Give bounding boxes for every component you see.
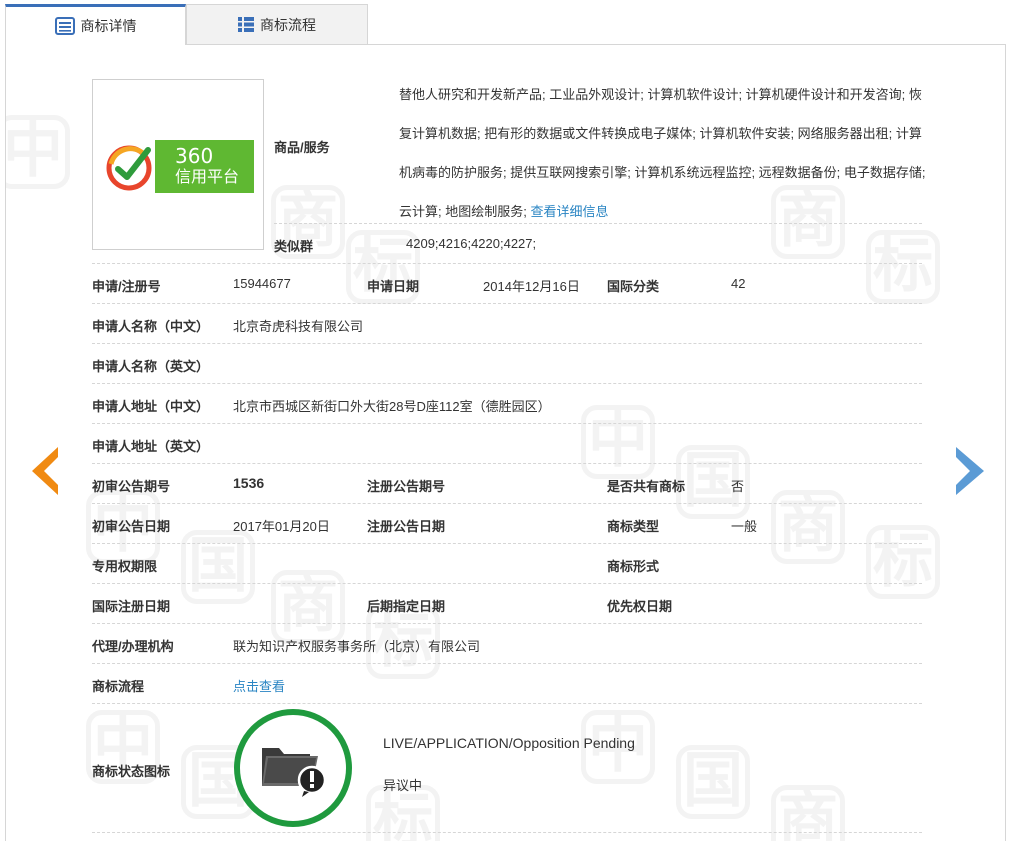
trademark-image: 360 信用平台 bbox=[92, 79, 264, 250]
logo-text: 信用平台 bbox=[175, 168, 240, 186]
tab-trademark-details[interactable]: 商标详情 bbox=[5, 4, 186, 45]
chevron-left-icon bbox=[24, 447, 64, 504]
similar-group-value: 4209;4216;4220;4227; bbox=[406, 236, 537, 251]
divider bbox=[92, 263, 922, 264]
tm-form-label: 商标形式 bbox=[607, 559, 660, 574]
prelim-date-label: 初审公告日期 bbox=[92, 519, 171, 534]
logo-number: 360 bbox=[175, 143, 214, 168]
status-badge bbox=[234, 709, 352, 827]
address-en-label: 申请人地址（英文） bbox=[92, 439, 210, 454]
intl-class-value: 42 bbox=[731, 276, 746, 291]
divider bbox=[92, 303, 922, 304]
tm-type-value: 一般 bbox=[731, 519, 758, 534]
exclusive-label: 专用权期限 bbox=[92, 559, 158, 574]
similar-group-label: 类似群 bbox=[274, 239, 314, 254]
applicant-en-label: 申请人名称（英文） bbox=[92, 359, 210, 374]
applicant-cn-label: 申请人名称（中文） bbox=[92, 319, 210, 334]
tab-label: 商标流程 bbox=[260, 16, 316, 33]
reg-date-label: 注册公告日期 bbox=[367, 519, 446, 534]
divider bbox=[92, 832, 922, 833]
list-icon bbox=[54, 17, 75, 35]
shared-value: 否 bbox=[731, 479, 745, 494]
address-cn-value: 北京市西城区新街口外大街28号D座112室（德胜园区） bbox=[233, 399, 551, 414]
divider bbox=[274, 223, 922, 224]
view-details-link[interactable]: 查看详细信息 bbox=[530, 204, 608, 219]
goods-services-text: 替他人研究和开发新产品; 工业品外观设计; 计算机软件设计; 计算机硬件设计和开… bbox=[399, 87, 926, 219]
divider bbox=[92, 543, 922, 544]
intl-reg-date-label: 国际注册日期 bbox=[92, 599, 171, 614]
prelim-date-value: 2017年01月20日 bbox=[233, 519, 330, 534]
status-icon-label: 商标状态图标 bbox=[92, 764, 171, 779]
checkmark-logo-icon bbox=[102, 140, 155, 193]
divider bbox=[92, 623, 922, 624]
agent-value: 联为知识产权服务事务所（北京）有限公司 bbox=[233, 639, 481, 654]
reg-no-value: 15944677 bbox=[233, 276, 291, 291]
intl-class-label: 国际分类 bbox=[607, 279, 660, 294]
divider bbox=[92, 663, 922, 664]
prev-trademark-button[interactable] bbox=[24, 441, 64, 501]
divider bbox=[92, 703, 922, 704]
tab-trademark-process[interactable]: 商标流程 bbox=[186, 4, 368, 45]
later-date-label: 后期指定日期 bbox=[367, 599, 446, 614]
divider bbox=[92, 423, 922, 424]
details-panel: 中 商 标 商 标 中 国 商 标 中 国 商 标 中 国 中 国 商 标 36… bbox=[5, 44, 1006, 841]
shared-label: 是否共有商标 bbox=[607, 479, 686, 494]
divider bbox=[92, 383, 922, 384]
agent-label: 代理/办理机构 bbox=[92, 639, 174, 654]
priority-date-label: 优先权日期 bbox=[607, 599, 673, 614]
apply-date-label: 申请日期 bbox=[367, 279, 420, 294]
grid-list-icon bbox=[238, 17, 254, 32]
divider bbox=[92, 463, 922, 464]
divider bbox=[92, 343, 922, 344]
goods-label: 商品/服务 bbox=[274, 140, 330, 155]
reg-no-label: 申请/注册号 bbox=[92, 279, 161, 294]
divider bbox=[92, 583, 922, 584]
status-en-text: LIVE/APPLICATION/Opposition Pending bbox=[383, 735, 635, 751]
next-trademark-button[interactable] bbox=[952, 441, 992, 501]
divider bbox=[92, 503, 922, 504]
status-cn-text: 异议中 bbox=[383, 778, 423, 793]
chevron-right-icon bbox=[952, 447, 992, 504]
prelim-issue-label: 初审公告期号 bbox=[92, 479, 171, 494]
tm-type-label: 商标类型 bbox=[607, 519, 660, 534]
address-cn-label: 申请人地址（中文） bbox=[92, 399, 210, 414]
process-label: 商标流程 bbox=[92, 679, 145, 694]
process-view-link[interactable]: 点击查看 bbox=[233, 676, 285, 695]
prelim-issue-value: 1536 bbox=[233, 475, 265, 491]
apply-date-value: 2014年12月16日 bbox=[483, 279, 580, 294]
folder-alert-icon bbox=[258, 736, 328, 801]
tab-label: 商标详情 bbox=[80, 18, 137, 34]
trademark-logo: 360 信用平台 bbox=[102, 140, 254, 193]
applicant-cn-value: 北京奇虎科技有限公司 bbox=[233, 319, 364, 334]
tab-bar: 商标详情 商标流程 bbox=[5, 4, 1006, 45]
reg-issue-label: 注册公告期号 bbox=[367, 479, 446, 494]
